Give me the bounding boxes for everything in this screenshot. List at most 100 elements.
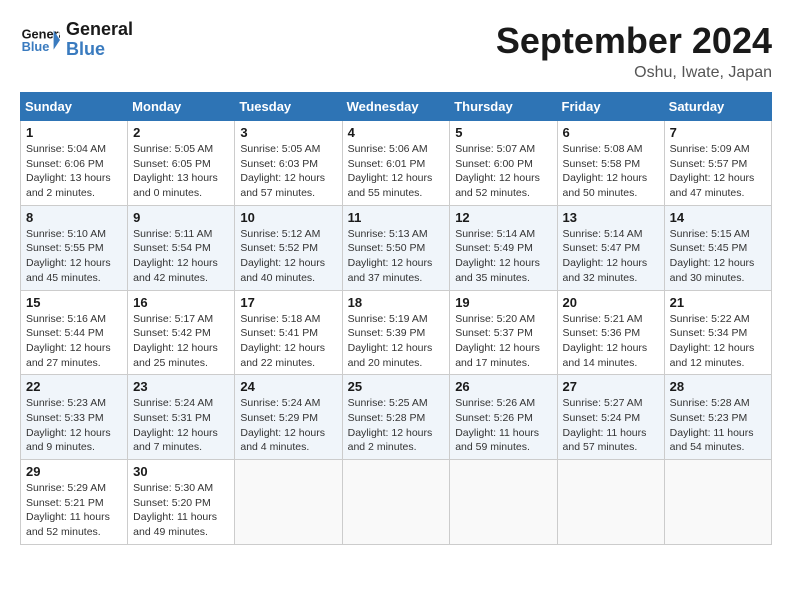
calendar-header-row: SundayMondayTuesdayWednesdayThursdayFrid… (21, 93, 772, 121)
calendar-cell: 28 Sunrise: 5:28 AMSunset: 5:23 PMDayligh… (664, 375, 771, 460)
day-info: Sunrise: 5:23 AMSunset: 5:33 PMDaylight:… (26, 396, 122, 455)
day-header-friday: Friday (557, 93, 664, 121)
calendar-cell: 2 Sunrise: 5:05 AMSunset: 6:05 PMDaylight… (128, 121, 235, 206)
calendar-cell: 19 Sunrise: 5:20 AMSunset: 5:37 PMDayligh… (450, 290, 557, 375)
day-number: 16 (133, 295, 229, 310)
day-number: 10 (240, 210, 336, 225)
calendar-week-row: 22 Sunrise: 5:23 AMSunset: 5:33 PMDayligh… (21, 375, 772, 460)
location-subtitle: Oshu, Iwate, Japan (496, 64, 772, 82)
day-info: Sunrise: 5:11 AMSunset: 5:54 PMDaylight:… (133, 227, 229, 286)
day-info: Sunrise: 5:19 AMSunset: 5:39 PMDaylight:… (348, 312, 445, 371)
calendar-cell: 7 Sunrise: 5:09 AMSunset: 5:57 PMDaylight… (664, 121, 771, 206)
day-number: 28 (670, 379, 766, 394)
day-header-saturday: Saturday (664, 93, 771, 121)
calendar-cell: 26 Sunrise: 5:26 AMSunset: 5:26 PMDayligh… (450, 375, 557, 460)
calendar-cell: 30 Sunrise: 5:30 AMSunset: 5:20 PMDayligh… (128, 460, 235, 545)
calendar-cell: 18 Sunrise: 5:19 AMSunset: 5:39 PMDayligh… (342, 290, 450, 375)
calendar-cell: 9 Sunrise: 5:11 AMSunset: 5:54 PMDaylight… (128, 205, 235, 290)
calendar-cell: 17 Sunrise: 5:18 AMSunset: 5:41 PMDayligh… (235, 290, 342, 375)
day-number: 27 (563, 379, 659, 394)
day-info: Sunrise: 5:24 AMSunset: 5:31 PMDaylight:… (133, 396, 229, 455)
day-number: 15 (26, 295, 122, 310)
calendar-cell: 24 Sunrise: 5:24 AMSunset: 5:29 PMDayligh… (235, 375, 342, 460)
day-number: 19 (455, 295, 551, 310)
calendar-cell (342, 460, 450, 545)
logo-text-general: General (66, 19, 133, 39)
svg-text:Blue: Blue (22, 39, 50, 54)
calendar-body: 1 Sunrise: 5:04 AMSunset: 6:06 PMDaylight… (21, 121, 772, 545)
day-info: Sunrise: 5:04 AMSunset: 6:06 PMDaylight:… (26, 142, 122, 201)
day-number: 8 (26, 210, 122, 225)
day-number: 20 (563, 295, 659, 310)
month-title: September 2024 (496, 20, 772, 62)
day-info: Sunrise: 5:10 AMSunset: 5:55 PMDaylight:… (26, 227, 122, 286)
day-number: 6 (563, 125, 659, 140)
day-number: 21 (670, 295, 766, 310)
day-number: 1 (26, 125, 122, 140)
calendar-cell: 29Sunrise: 5:29 AMSunset: 5:21 PMDayligh… (21, 460, 128, 545)
calendar-cell: 6 Sunrise: 5:08 AMSunset: 5:58 PMDaylight… (557, 121, 664, 206)
calendar-cell: 13Sunrise: 5:14 AMSunset: 5:47 PMDayligh… (557, 205, 664, 290)
logo-icon: General Blue (20, 24, 60, 56)
day-info: Sunrise: 5:30 AMSunset: 5:20 PMDaylight:… (133, 481, 229, 540)
day-info: Sunrise: 5:08 AMSunset: 5:58 PMDaylight:… (563, 142, 659, 201)
day-header-tuesday: Tuesday (235, 93, 342, 121)
calendar-cell: 23Sunrise: 5:24 AMSunset: 5:31 PMDayligh… (128, 375, 235, 460)
day-header-monday: Monday (128, 93, 235, 121)
day-number: 26 (455, 379, 551, 394)
day-info: Sunrise: 5:29 AMSunset: 5:21 PMDaylight:… (26, 481, 122, 540)
calendar-cell: 20Sunrise: 5:21 AMSunset: 5:36 PMDayligh… (557, 290, 664, 375)
calendar-cell (557, 460, 664, 545)
logo: General Blue General Blue (20, 20, 133, 60)
day-number: 11 (348, 210, 445, 225)
calendar-cell: 3 Sunrise: 5:05 AMSunset: 6:03 PMDaylight… (235, 121, 342, 206)
day-number: 18 (348, 295, 445, 310)
calendar-cell: 14Sunrise: 5:15 AMSunset: 5:45 PMDayligh… (664, 205, 771, 290)
day-number: 5 (455, 125, 551, 140)
calendar-table: SundayMondayTuesdayWednesdayThursdayFrid… (20, 92, 772, 545)
calendar-cell: 22 Sunrise: 5:23 AMSunset: 5:33 PMDayligh… (21, 375, 128, 460)
day-number: 7 (670, 125, 766, 140)
calendar-cell: 4 Sunrise: 5:06 AMSunset: 6:01 PMDaylight… (342, 121, 450, 206)
calendar-cell: 1 Sunrise: 5:04 AMSunset: 6:06 PMDaylight… (21, 121, 128, 206)
day-number: 3 (240, 125, 336, 140)
day-info: Sunrise: 5:09 AMSunset: 5:57 PMDaylight:… (670, 142, 766, 201)
day-number: 25 (348, 379, 445, 394)
calendar-cell (235, 460, 342, 545)
day-info: Sunrise: 5:26 AMSunset: 5:26 PMDaylight:… (455, 396, 551, 455)
day-number: 4 (348, 125, 445, 140)
calendar-cell: 27Sunrise: 5:27 AMSunset: 5:24 PMDayligh… (557, 375, 664, 460)
day-number: 9 (133, 210, 229, 225)
calendar-week-row: 15 Sunrise: 5:16 AMSunset: 5:44 PMDayligh… (21, 290, 772, 375)
day-info: Sunrise: 5:22 AMSunset: 5:34 PMDaylight:… (670, 312, 766, 371)
day-info: Sunrise: 5:15 AMSunset: 5:45 PMDaylight:… (670, 227, 766, 286)
day-number: 30 (133, 464, 229, 479)
calendar-week-row: 29Sunrise: 5:29 AMSunset: 5:21 PMDayligh… (21, 460, 772, 545)
day-info: Sunrise: 5:18 AMSunset: 5:41 PMDaylight:… (240, 312, 336, 371)
day-number: 24 (240, 379, 336, 394)
calendar-cell: 8 Sunrise: 5:10 AMSunset: 5:55 PMDaylight… (21, 205, 128, 290)
calendar-week-row: 8 Sunrise: 5:10 AMSunset: 5:55 PMDaylight… (21, 205, 772, 290)
day-info: Sunrise: 5:28 AMSunset: 5:23 PMDaylight:… (670, 396, 766, 455)
calendar-cell: 12 Sunrise: 5:14 AMSunset: 5:49 PMDayligh… (450, 205, 557, 290)
calendar-cell: 15 Sunrise: 5:16 AMSunset: 5:44 PMDayligh… (21, 290, 128, 375)
day-info: Sunrise: 5:06 AMSunset: 6:01 PMDaylight:… (348, 142, 445, 201)
day-info: Sunrise: 5:16 AMSunset: 5:44 PMDaylight:… (26, 312, 122, 371)
day-header-thursday: Thursday (450, 93, 557, 121)
day-info: Sunrise: 5:14 AMSunset: 5:47 PMDaylight:… (563, 227, 659, 286)
day-info: Sunrise: 5:05 AMSunset: 6:05 PMDaylight:… (133, 142, 229, 201)
day-number: 12 (455, 210, 551, 225)
day-info: Sunrise: 5:07 AMSunset: 6:00 PMDaylight:… (455, 142, 551, 201)
calendar-cell: 25Sunrise: 5:25 AMSunset: 5:28 PMDayligh… (342, 375, 450, 460)
calendar-cell (664, 460, 771, 545)
day-number: 22 (26, 379, 122, 394)
day-info: Sunrise: 5:20 AMSunset: 5:37 PMDaylight:… (455, 312, 551, 371)
calendar-cell: 5 Sunrise: 5:07 AMSunset: 6:00 PMDaylight… (450, 121, 557, 206)
day-info: Sunrise: 5:24 AMSunset: 5:29 PMDaylight:… (240, 396, 336, 455)
logo-text-blue: Blue (66, 39, 105, 59)
day-info: Sunrise: 5:05 AMSunset: 6:03 PMDaylight:… (240, 142, 336, 201)
day-number: 17 (240, 295, 336, 310)
day-number: 2 (133, 125, 229, 140)
day-info: Sunrise: 5:14 AMSunset: 5:49 PMDaylight:… (455, 227, 551, 286)
calendar-cell (450, 460, 557, 545)
